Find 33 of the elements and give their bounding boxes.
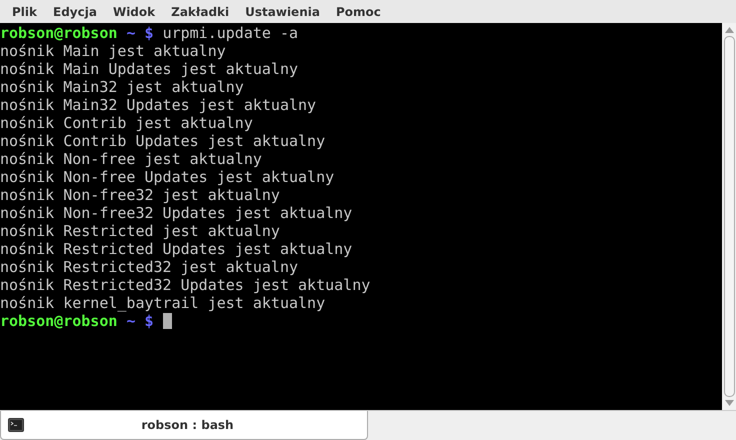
terminal-icon <box>8 418 24 432</box>
terminal-tab[interactable]: robson : bash <box>0 411 368 440</box>
output-line: nośnik Restricted32 Updates jest aktualny <box>0 276 370 294</box>
command-text: urpmi.update -a <box>162 24 298 42</box>
output-line: nośnik Non-free32 jest aktualny <box>0 186 280 204</box>
scrollbar-thumb[interactable] <box>724 36 734 397</box>
prompt-symbol: $ <box>144 24 154 42</box>
output-line: nośnik Contrib jest aktualny <box>0 114 253 132</box>
prompt-symbol: $ <box>144 312 154 330</box>
output-line: nośnik Restricted32 jest aktualny <box>0 258 298 276</box>
prompt-user-host: robson@robson <box>0 312 118 330</box>
scroll-up-icon[interactable] <box>724 27 734 33</box>
menu-item[interactable]: Zakładki <box>163 4 238 18</box>
output-line: nośnik Non-free32 Updates jest aktualny <box>0 204 352 222</box>
menu-item[interactable]: Widok <box>104 4 164 18</box>
scroll-down-icon[interactable] <box>724 400 734 406</box>
output-line: nośnik Restricted Updates jest aktualny <box>0 240 352 258</box>
output-line: nośnik Non-free jest aktualny <box>0 150 262 168</box>
output-line: nośnik Restricted jest aktualny <box>0 222 280 240</box>
prompt-path: ~ <box>126 312 136 330</box>
output-line: nośnik kernel_baytrail jest aktualny <box>0 294 326 312</box>
output-line: nośnik Main jest aktualny <box>0 42 226 60</box>
prompt-path: ~ <box>126 24 136 42</box>
output-line: nośnik Main32 jest aktualny <box>0 78 244 96</box>
menu-item[interactable]: Pomoc <box>328 4 389 18</box>
prompt-user-host: robson@robson <box>0 24 118 42</box>
output-line: nośnik Contrib Updates jest aktualny <box>0 132 326 150</box>
menu-item[interactable]: Ustawienia <box>237 4 328 18</box>
output-line: nośnik Main Updates jest aktualny <box>0 60 298 78</box>
menu-item[interactable]: Plik <box>4 4 46 18</box>
output-line: nośnik Main32 Updates jest aktualny <box>0 96 316 114</box>
output-line: nośnik Non-free Updates jest aktualny <box>0 168 334 186</box>
menu-item[interactable]: Edycja <box>45 4 105 18</box>
